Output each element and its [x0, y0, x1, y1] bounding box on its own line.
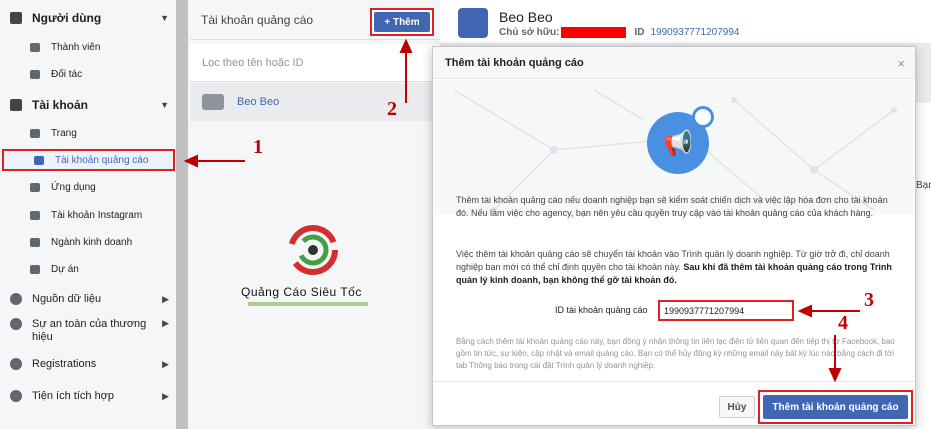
flag-icon: [30, 128, 40, 138]
sidebar-item-label: Thành viên: [51, 41, 101, 53]
dialog-title: Thêm tài khoản quảng cáo: [433, 47, 915, 79]
person-icon: [30, 42, 40, 52]
stack-icon: [30, 237, 40, 247]
account-title: Beo Beo: [499, 9, 553, 25]
sidebar-item-ad-accounts[interactable]: Tài khoản quảng cáo: [2, 149, 175, 171]
partial-text: Bạn: [916, 180, 931, 191]
sidebar-item-label: Dự án: [51, 263, 79, 275]
sidebar-item-label: Trang: [51, 127, 77, 139]
chevron-right-icon: ▶: [162, 318, 169, 328]
sidebar-section-accounts[interactable]: Tài khoản ▼: [10, 95, 169, 115]
add-ad-account-button[interactable]: Thêm tài khoản quảng cáo: [763, 395, 908, 419]
people-icon: [10, 12, 22, 24]
annotation-number-1: 1: [253, 136, 263, 158]
ad-account-icon: [202, 94, 224, 110]
account-id-value: 1990937771207994: [650, 27, 740, 38]
sidebar-item-label: Nguồn dữ liệu: [32, 293, 102, 305]
annotation-number-3: 3: [864, 289, 874, 311]
annotation-number-4: 4: [838, 312, 848, 334]
sidebar-item-label: Registrations: [32, 358, 97, 370]
ad-account-icon: [34, 155, 44, 165]
ad-account-id-input[interactable]: [658, 300, 794, 321]
sidebar-item-brand-safety[interactable]: Sự an toàn của thương hiệu ▶: [10, 318, 169, 348]
filter-input[interactable]: Lọc theo tên hoặc ID: [190, 44, 440, 82]
sidebar: Người dùng ▼ Thành viên Đối tác Tài khoả…: [0, 0, 178, 429]
watermark-underline: [248, 302, 368, 306]
close-icon[interactable]: ×: [897, 56, 905, 71]
watermark-logo: [288, 225, 338, 275]
shield-icon: [10, 318, 22, 330]
sidebar-item-business-lines[interactable]: Ngành kinh doanh: [30, 233, 169, 251]
add-button-highlight: + Thêm: [370, 8, 434, 36]
sidebar-item-instagram[interactable]: Tài khoản Instagram: [30, 206, 169, 224]
briefcase-icon: [10, 99, 22, 111]
add-ad-account-dialog: Thêm tài khoản quảng cáo × 📢 Thêm tài kh…: [432, 46, 916, 426]
watermark-text: Quảng Cáo Siêu Tốc: [241, 285, 362, 299]
tag-icon: [692, 106, 714, 128]
sidebar-item-label: Tiện ích tích hợp: [32, 390, 115, 402]
sidebar-item-partners[interactable]: Đối tác: [30, 65, 169, 83]
chevron-right-icon: ▶: [162, 358, 169, 369]
integration-icon: [10, 390, 22, 402]
ad-accounts-list-panel: Tài khoản quảng cáo + Thêm Lọc theo tên …: [190, 0, 440, 429]
sidebar-item-integrations[interactable]: Tiện ích tích hợp ▶: [10, 387, 169, 405]
sidebar-item-apps[interactable]: Ứng dụng: [30, 178, 169, 196]
chevron-right-icon: ▶: [162, 293, 169, 304]
data-source-icon: [10, 293, 22, 305]
ad-account-id-label: ID tài khoản quảng cáo: [555, 305, 648, 315]
briefcase-icon: [30, 69, 40, 79]
redacted-owner: [561, 27, 627, 38]
sidebar-item-label: Tài khoản Instagram: [51, 209, 143, 221]
sidebar-item-label: Tài khoản quảng cáo: [55, 154, 149, 166]
list-icon: [10, 358, 22, 370]
chevron-down-icon: ▼: [160, 100, 169, 110]
chevron-right-icon: ▶: [162, 390, 169, 401]
sidebar-item-label: Đối tác: [51, 68, 83, 80]
folder-icon: [30, 264, 40, 274]
dialog-disclaimer: Bằng cách thêm tài khoản quảng cáo này, …: [456, 337, 895, 370]
sidebar-item-registrations[interactable]: Registrations ▶: [10, 355, 169, 373]
dialog-intro-text: Thêm tài khoản quảng cáo nếu doanh nghiệ…: [456, 195, 888, 218]
section-label: Người dùng: [32, 11, 102, 25]
account-name: Beo Beo: [237, 96, 280, 108]
cube-icon: [30, 182, 40, 192]
chevron-down-icon: ▼: [160, 13, 169, 23]
sidebar-item-data-sources[interactable]: Nguồn dữ liệu ▶: [10, 290, 169, 308]
ad-account-avatar: [458, 8, 488, 38]
annotation-number-2: 2: [387, 98, 397, 120]
sidebar-item-label: Ngành kinh doanh: [51, 236, 133, 248]
submit-button-highlight: Thêm tài khoản quảng cáo: [758, 390, 913, 424]
sidebar-item-projects[interactable]: Dự án: [30, 260, 169, 278]
owner-line: Chủ sở hữu: ID 1990937771207994: [499, 27, 739, 38]
id-label: ID: [634, 27, 645, 38]
dialog-footer: Hủy Thêm tài khoản quảng cáo: [433, 381, 915, 425]
cancel-button[interactable]: Hủy: [719, 396, 755, 418]
sidebar-item-label: Sự an toàn của thương hiệu: [32, 318, 147, 343]
sidebar-item-pages[interactable]: Trang: [30, 124, 169, 142]
sidebar-item-label: Ứng dụng: [51, 181, 96, 193]
add-button[interactable]: + Thêm: [374, 12, 430, 32]
sidebar-section-users[interactable]: Người dùng ▼: [10, 8, 169, 28]
sidebar-item-members[interactable]: Thành viên: [30, 38, 169, 56]
owner-label: Chủ sở hữu:: [499, 27, 560, 38]
account-list-item[interactable]: Beo Beo: [190, 83, 440, 121]
sidebar-scrollbar[interactable]: [176, 0, 188, 429]
section-label: Tài khoản: [32, 98, 89, 112]
dialog-warning-text: Việc thêm tài khoản quảng cáo sẽ chuyển …: [456, 248, 896, 287]
instagram-icon: [30, 210, 40, 220]
